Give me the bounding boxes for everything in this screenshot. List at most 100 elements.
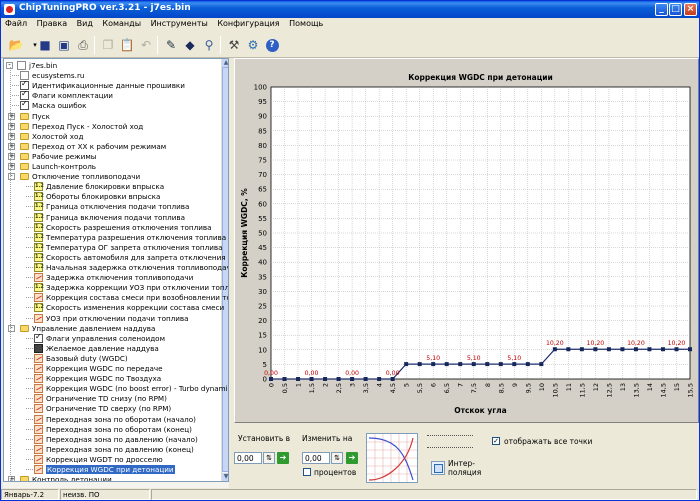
- data-point[interactable]: [309, 377, 314, 381]
- y-tick-label: 50: [258, 230, 267, 238]
- data-point[interactable]: [282, 377, 287, 381]
- y-tick-label: 90: [258, 113, 267, 121]
- data-label: 10,20: [587, 340, 605, 347]
- data-point[interactable]: [363, 377, 368, 381]
- x-tick-label: 4: [376, 383, 384, 387]
- tree-item-label: Пуск: [32, 111, 50, 121]
- value-icon: 1.2: [34, 263, 44, 272]
- search-icon[interactable]: ⚲: [200, 36, 218, 54]
- set-to-apply-button[interactable]: ➔: [277, 452, 289, 464]
- tree-item-label: Идентификационные данные прошивки: [32, 81, 185, 91]
- checksum-icon[interactable]: ⚙: [244, 36, 262, 54]
- data-point[interactable]: [498, 362, 503, 367]
- x-axis-label: Отскок угла: [454, 406, 506, 415]
- data-point[interactable]: [390, 377, 395, 381]
- data-point[interactable]: [525, 362, 530, 367]
- change-by-apply-button[interactable]: ➔: [346, 452, 358, 464]
- data-point[interactable]: [485, 362, 490, 367]
- minimize-button[interactable]: _: [655, 3, 668, 16]
- tree-item[interactable]: + Контроль детонации: [8, 474, 112, 481]
- save-icon[interactable]: ■: [36, 36, 54, 54]
- scroll-up-arrow-icon[interactable]: ▲: [222, 59, 228, 67]
- tree-connector: [26, 297, 33, 299]
- menu-file[interactable]: Файл: [1, 18, 30, 28]
- interpolation-button[interactable]: [431, 461, 445, 475]
- tools-icon[interactable]: ⚒: [225, 36, 243, 54]
- data-point[interactable]: [539, 362, 544, 367]
- undo-icon[interactable]: ↶: [137, 36, 155, 54]
- help-icon[interactable]: ?: [263, 36, 281, 54]
- data-point[interactable]: [552, 347, 557, 352]
- x-tick-label: 6,5: [443, 383, 451, 393]
- edit-map-icon[interactable]: ✎: [162, 36, 180, 54]
- close-button[interactable]: ×: [684, 3, 697, 16]
- tree-item-label: Маска ошибок: [32, 101, 87, 111]
- data-point[interactable]: [566, 347, 571, 352]
- set-to-spin-icon[interactable]: ⇅: [263, 452, 275, 464]
- maximize-button[interactable]: □: [669, 3, 682, 16]
- percent-checkbox[interactable]: [303, 468, 311, 476]
- show-all-points-checkbox[interactable]: ✓: [492, 437, 500, 445]
- print-icon[interactable]: ⎙: [74, 36, 92, 54]
- paste-icon[interactable]: 📋: [118, 36, 136, 54]
- status-bar: Январь-7.2 неизв. ПО: [1, 489, 699, 500]
- value-icon: 1.2: [34, 192, 44, 202]
- data-point[interactable]: [269, 377, 273, 381]
- menu-edit[interactable]: Правка: [33, 18, 70, 28]
- open-folder-icon[interactable]: 📂: [7, 36, 25, 54]
- data-point[interactable]: [377, 377, 382, 381]
- save-as-icon[interactable]: ▣: [55, 36, 73, 54]
- params-tree[interactable]: ▲ ▼ -j7es.binecusystems.ruИдентификацион…: [3, 58, 229, 482]
- data-point[interactable]: [620, 347, 625, 352]
- data-point[interactable]: [336, 377, 341, 381]
- data-point[interactable]: [458, 362, 463, 367]
- data-point[interactable]: [606, 347, 611, 352]
- menu-view[interactable]: Вид: [73, 18, 96, 28]
- tree-item-label: Температура ОГ запрета отключения топлив…: [46, 242, 223, 252]
- menu-config[interactable]: Конфигурация: [213, 18, 282, 28]
- x-tick-label: 3,5: [362, 383, 370, 393]
- data-point[interactable]: [593, 347, 598, 352]
- data-point[interactable]: [674, 347, 679, 352]
- change-by-spin-icon[interactable]: ⇅: [331, 452, 343, 464]
- tree-root-label: j7es.bin: [29, 61, 58, 70]
- data-point[interactable]: [444, 362, 449, 367]
- table-icon: [34, 343, 43, 353]
- compare-icon[interactable]: ◆: [181, 36, 199, 54]
- x-tick-label: 3: [349, 383, 357, 387]
- scroll-down-arrow-icon[interactable]: ▼: [222, 473, 228, 481]
- menu-commands[interactable]: Команды: [98, 18, 144, 28]
- data-point[interactable]: [688, 347, 692, 352]
- tree-connector: [26, 277, 33, 279]
- copy-icon[interactable]: ❐: [99, 36, 117, 54]
- data-point[interactable]: [417, 362, 422, 367]
- set-to-input[interactable]: 0,00: [234, 452, 262, 464]
- title-bar[interactable]: ChipTuningPRO ver.3.21 - j7es.bin _ □ ×: [1, 1, 699, 18]
- data-point[interactable]: [350, 377, 355, 381]
- data-point[interactable]: [579, 347, 584, 352]
- interp-slider-top[interactable]: [427, 435, 473, 437]
- interp-slider-bottom[interactable]: [427, 447, 473, 449]
- data-point[interactable]: [647, 347, 652, 352]
- tree-item-label: Переходная зона по давлению (начало): [46, 434, 198, 444]
- tree-connector: [12, 95, 19, 97]
- tree-horizontal-scrollbar[interactable]: [3, 482, 229, 488]
- data-point[interactable]: [660, 347, 665, 352]
- y-tick-label: 95: [258, 98, 267, 106]
- data-point[interactable]: [296, 377, 301, 381]
- data-point[interactable]: [512, 362, 517, 367]
- curve-preview[interactable]: [366, 433, 418, 483]
- data-point[interactable]: [404, 362, 409, 367]
- value-icon: 1.2: [34, 252, 44, 262]
- chart-svg[interactable]: 0510152025303540455055606570758085909510…: [235, 59, 698, 422]
- change-by-input[interactable]: 0,00: [302, 452, 330, 464]
- menu-help[interactable]: Помощь: [285, 18, 326, 28]
- y-tick-label: 25: [258, 303, 267, 311]
- data-point[interactable]: [471, 362, 476, 367]
- data-point[interactable]: [323, 377, 328, 381]
- menu-tools[interactable]: Инструменты: [147, 18, 211, 28]
- data-point[interactable]: [633, 347, 638, 352]
- y-tick-label: 85: [258, 127, 267, 135]
- x-tick-label: 1: [295, 383, 303, 387]
- data-point[interactable]: [431, 362, 436, 367]
